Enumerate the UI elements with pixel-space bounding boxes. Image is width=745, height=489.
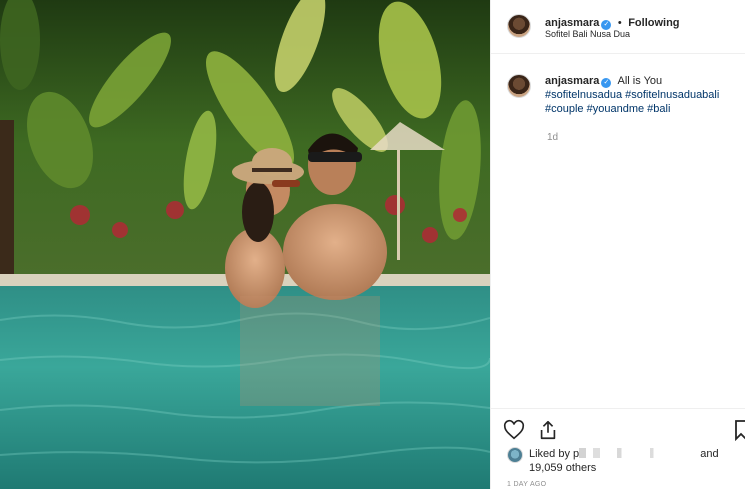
post-timestamp[interactable]: 1 DAY AGO bbox=[507, 481, 546, 488]
following-button[interactable]: Following bbox=[628, 17, 679, 29]
verified-badge-icon: ✓ bbox=[601, 78, 612, 88]
caption-username[interactable]: anjasmara bbox=[545, 75, 599, 87]
liked-by-prefix: Liked by bbox=[529, 448, 570, 460]
likes-count[interactable]: 19,059 others bbox=[529, 462, 596, 474]
caption-author-avatar[interactable] bbox=[507, 74, 531, 98]
share-icon[interactable] bbox=[537, 419, 559, 441]
bookmark-icon[interactable] bbox=[734, 419, 745, 441]
author-avatar[interactable] bbox=[507, 14, 531, 38]
obscured-name-blur bbox=[579, 448, 698, 458]
pool-couple-image bbox=[0, 0, 490, 489]
post-header: anjasmara ✓ • Following Sofitel Bali Nusa… bbox=[491, 0, 745, 54]
post-side-panel: anjasmara ✓ • Following Sofitel Bali Nusa… bbox=[490, 0, 745, 489]
liked-by-text[interactable]: Liked by p and 19,059 others bbox=[507, 447, 737, 475]
separator-dot: • bbox=[617, 17, 622, 29]
liked-by-and: and bbox=[700, 448, 719, 460]
post-actions: Liked by p and 19,059 others 1 DAY AGO bbox=[491, 408, 745, 489]
liked-by-line: Liked by p and 19,059 others bbox=[529, 447, 737, 475]
hashtag-link[interactable]: #sofitelnusadua bbox=[545, 89, 622, 101]
hashtag-link[interactable]: #bali bbox=[647, 103, 670, 115]
caption-text-block: anjasmara ✓ All is You #sofitelnusadua #s… bbox=[545, 74, 735, 116]
liker-avatar bbox=[507, 447, 523, 463]
post-photo[interactable] bbox=[0, 0, 490, 489]
location-link[interactable]: Sofitel Bali Nusa Dua bbox=[545, 29, 630, 39]
comment-relative-time[interactable]: 1d bbox=[547, 132, 558, 143]
heart-outline-icon[interactable] bbox=[503, 419, 525, 441]
hashtag-link[interactable]: #youandme bbox=[587, 103, 645, 115]
hashtag-link[interactable]: #couple bbox=[545, 103, 584, 115]
caption-text: All is You bbox=[617, 75, 663, 87]
author-username[interactable]: anjasmara bbox=[545, 17, 599, 29]
hashtag-link[interactable]: #sofitelnusaduabali bbox=[625, 89, 719, 101]
